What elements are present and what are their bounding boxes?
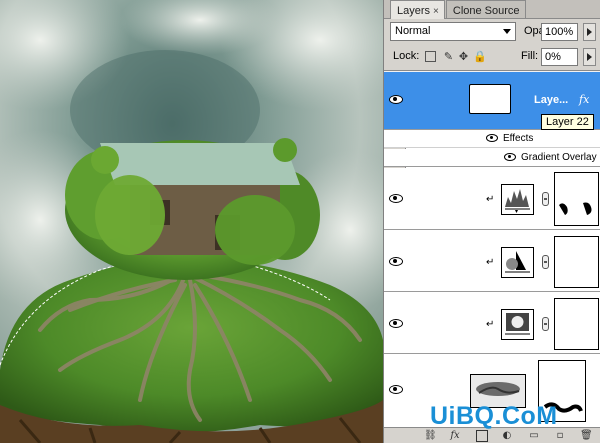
layer-mask-thumbnail bbox=[554, 298, 599, 350]
new-layer-icon[interactable]: ▫ bbox=[554, 430, 566, 442]
clipping-arrow-icon: ↵ bbox=[486, 257, 495, 268]
fx-icon[interactable]: fx bbox=[579, 93, 589, 106]
effects-label: Effects bbox=[503, 133, 534, 144]
new-adjustment-layer-icon[interactable]: ◐ bbox=[501, 430, 513, 442]
eye-icon[interactable] bbox=[389, 384, 403, 394]
clipping-arrow-icon: ↵ bbox=[486, 319, 495, 330]
close-icon[interactable]: × bbox=[433, 6, 439, 17]
fill-label: Fill: bbox=[521, 50, 539, 62]
link-layers-icon[interactable]: ⛓ bbox=[424, 430, 437, 442]
panel-tabs: Layers × Clone Source bbox=[384, 0, 600, 19]
gradient-overlay-row[interactable]: Gradient Overlay bbox=[384, 149, 600, 167]
effects-label-wrap: Effects bbox=[486, 133, 533, 144]
effects-row[interactable]: Effects bbox=[384, 130, 600, 148]
layer-name: Laye... bbox=[534, 94, 569, 106]
link-icon[interactable] bbox=[542, 317, 549, 331]
exposure-icon bbox=[501, 309, 534, 340]
opacity-slider-button[interactable] bbox=[583, 23, 596, 41]
eye-icon[interactable] bbox=[389, 193, 403, 203]
layer-row-adjustment-2[interactable]: ↵ bbox=[384, 230, 600, 292]
layer-row-adjustment-3[interactable]: ↵ bbox=[384, 292, 600, 354]
opacity-input[interactable]: 100% bbox=[541, 23, 578, 41]
lock-pixels-brush-icon[interactable]: ✎ bbox=[442, 50, 455, 63]
layers-panel: Layers × Clone Source Normal Opacity: 10… bbox=[383, 0, 600, 443]
gradient-overlay-label: Gradient Overlay bbox=[521, 152, 597, 163]
new-group-icon[interactable]: ▭ bbox=[528, 430, 540, 442]
tab-clone-source-label: Clone Source bbox=[452, 4, 520, 17]
tab-layers[interactable]: Layers × bbox=[390, 0, 445, 19]
opacity-value: 100% bbox=[545, 26, 574, 38]
lock-transparency-icon[interactable] bbox=[425, 51, 436, 62]
clipping-arrow-icon: ↵ bbox=[486, 194, 495, 205]
layer-thumbnail bbox=[469, 84, 511, 114]
eye-icon[interactable] bbox=[486, 134, 498, 143]
canvas-image bbox=[0, 0, 383, 443]
eye-icon[interactable] bbox=[389, 94, 403, 104]
lock-position-move-icon[interactable]: ✥ bbox=[457, 50, 470, 63]
lock-all-icon[interactable]: 🔒 bbox=[473, 50, 487, 63]
layer-mask-thumbnail bbox=[554, 236, 599, 288]
chevron-down-icon bbox=[503, 29, 511, 34]
layer-mask-thumbnail bbox=[554, 172, 599, 226]
link-icon[interactable] bbox=[542, 192, 549, 206]
eye-icon[interactable] bbox=[504, 153, 516, 162]
delete-layer-icon[interactable]: 🗑 bbox=[580, 430, 593, 442]
layers-list: Laye... fx Layer 22 Effects Gradient Ove… bbox=[384, 72, 600, 427]
blend-mode-select[interactable]: Normal bbox=[390, 22, 516, 41]
fill-input[interactable]: 0% bbox=[541, 48, 578, 66]
tab-layers-label: Layers bbox=[397, 5, 431, 17]
link-icon[interactable] bbox=[542, 255, 549, 269]
tab-clone-source[interactable]: Clone Source bbox=[445, 0, 526, 18]
curves-icon bbox=[501, 247, 534, 278]
levels-icon bbox=[501, 184, 534, 215]
add-layer-style-icon[interactable]: fx bbox=[449, 430, 461, 442]
gradient-overlay-label-wrap: Gradient Overlay bbox=[504, 152, 597, 163]
eye-icon[interactable] bbox=[389, 256, 403, 266]
lock-label: Lock: bbox=[393, 50, 420, 62]
fill-value: 0% bbox=[545, 51, 561, 63]
blend-mode-value: Normal bbox=[395, 25, 431, 37]
document-canvas[interactable] bbox=[0, 0, 383, 443]
eye-icon[interactable] bbox=[389, 318, 403, 328]
watermark-logo: UiBQ.CoM bbox=[430, 402, 558, 430]
layer-row-adjustment-1[interactable]: ↵ bbox=[384, 168, 600, 230]
fill-slider-button[interactable] bbox=[583, 48, 596, 66]
add-mask-icon[interactable] bbox=[476, 430, 488, 442]
layer-name-tooltip: Layer 22 bbox=[541, 114, 594, 130]
